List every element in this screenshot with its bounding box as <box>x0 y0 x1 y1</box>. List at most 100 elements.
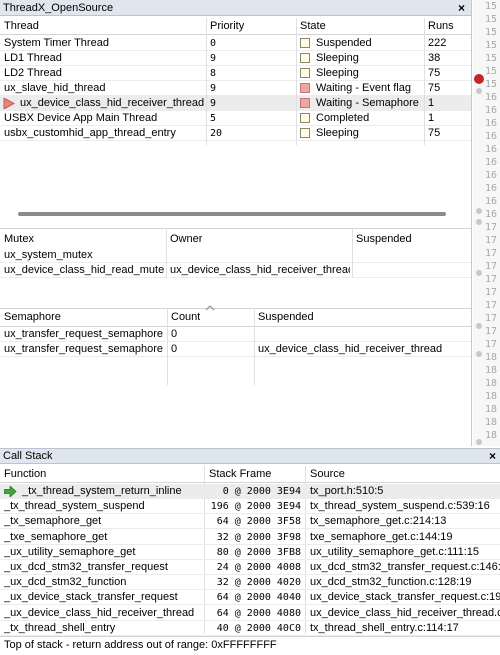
col-header-count[interactable]: Count <box>171 309 200 326</box>
callstack-header: Function Stack Frame Source <box>0 466 500 483</box>
thread-row[interactable]: ux_device_class_hid_receiver_thread 9 Wait… <box>0 96 471 111</box>
breakpoint-marker-icon[interactable] <box>476 270 482 276</box>
col-header-owner[interactable]: Owner <box>170 231 202 248</box>
thread-state: Waiting - Semaphore <box>316 97 419 109</box>
callstack-close-icon[interactable]: × <box>489 449 496 464</box>
source-location: tx_thread_system_suspend.c:539:16 <box>310 500 490 513</box>
horizontal-scrollbar[interactable] <box>18 212 446 216</box>
line-number: 16 <box>485 196 498 207</box>
breakpoint-marker-icon[interactable] <box>476 351 482 357</box>
callstack-row[interactable]: _ux_device_class_hid_receiver_thread 64 @… <box>0 606 500 621</box>
callstack-row[interactable]: _tx_thread_shell_entry 40 @ 2000 40C0 tx_t… <box>0 621 500 636</box>
thread-priority: 20 <box>210 128 223 139</box>
breakpoint-marker-icon[interactable] <box>476 323 482 329</box>
line-number: 16 <box>485 170 498 181</box>
line-number: 17 <box>485 274 498 285</box>
line-number: 18 <box>485 417 498 428</box>
line-number: 16 <box>485 118 498 129</box>
function-name: _tx_thread_shell_entry <box>4 621 116 634</box>
thread-runs: 222 <box>428 37 447 49</box>
line-number: 18 <box>485 391 498 402</box>
mutex-row[interactable]: ux_system_mutex <box>0 248 471 263</box>
thread-name: USBX Device App Main Thread <box>4 112 158 124</box>
col-header-stack-frame[interactable]: Stack Frame <box>209 466 271 483</box>
source-location: ux_device_stack_transfer_request.c:198:1 <box>310 591 500 604</box>
thread-row[interactable]: System Timer Thread 0 Suspended 222 <box>0 36 471 51</box>
thread-priority: 8 <box>210 68 217 79</box>
line-number: 17 <box>485 287 498 298</box>
col-header-runs[interactable]: Runs <box>428 18 454 35</box>
state-checkbox-icon <box>300 113 310 123</box>
line-number: 17 <box>485 235 498 246</box>
line-number: 15 <box>485 79 498 90</box>
line-number: 17 <box>485 261 498 272</box>
function-name: _ux_device_class_hid_receiver_thread <box>4 606 195 619</box>
function-name: _txe_semaphore_get <box>4 530 108 543</box>
thread-state: Suspended <box>316 37 372 49</box>
function-name: _ux_utility_semaphore_get <box>4 545 136 558</box>
thread-row[interactable]: ux_slave_hid_thread 9 Waiting - Event flag… <box>0 81 471 96</box>
mutex-row[interactable]: ux_device_class_hid_read_mutex ux_device_… <box>0 263 471 278</box>
breakpoint-marker-icon[interactable] <box>476 439 482 445</box>
line-number: 17 <box>485 222 498 233</box>
callstack-row[interactable]: _ux_utility_semaphore_get 80 @ 2000 3FB8 u… <box>0 545 500 560</box>
thread-row[interactable]: usbx_customhid_app_thread_entry 20 Sleepin… <box>0 126 471 141</box>
callstack-row[interactable]: _txe_semaphore_get 32 @ 2000 3F98 txe_sema… <box>0 530 500 545</box>
callstack-row[interactable]: _ux_device_stack_transfer_request 64 @ 20… <box>0 590 500 606</box>
col-header-semaphore-suspended[interactable]: Suspended <box>258 309 314 326</box>
breakpoint-marker-icon[interactable] <box>476 208 482 214</box>
mutex-name: ux_system_mutex <box>4 249 93 261</box>
thread-row[interactable]: LD1 Thread 9 Sleeping 38 <box>0 51 471 66</box>
line-number: 17 <box>485 313 498 324</box>
stack-frame: 0 @ 2000 3E94 <box>222 486 301 497</box>
breakpoint-icon[interactable] <box>474 74 484 84</box>
mutex-name: ux_device_class_hid_read_mutex <box>4 264 164 276</box>
line-number: 15 <box>485 14 498 25</box>
thread-runs: 75 <box>428 82 441 94</box>
function-name: _ux_dcd_stm32_function <box>4 576 127 589</box>
stack-frame: 80 @ 2000 3FB8 <box>216 546 301 558</box>
thread-name: ux_slave_hid_thread <box>4 82 106 94</box>
line-number: 17 <box>485 300 498 311</box>
breakpoint-marker-icon[interactable] <box>476 88 482 94</box>
callstack-row[interactable]: _tx_semaphore_get 64 @ 2000 3F58 tx_semaph… <box>0 514 500 530</box>
function-name: _tx_thread_system_suspend <box>4 500 145 513</box>
breakpoint-marker-icon[interactable] <box>476 219 482 225</box>
callstack-pane-title: Call Stack × <box>0 449 500 464</box>
col-header-function[interactable]: Function <box>4 466 46 483</box>
callstack-pane: Call Stack × Function Stack Frame Source… <box>0 448 500 655</box>
thread-row[interactable]: LD2 Thread 8 Sleeping 75 <box>0 66 471 81</box>
mutex-table: Mutex Owner Suspended ux_system_mutex ux_… <box>0 228 471 278</box>
thread-runs: 1 <box>428 97 435 109</box>
thread-priority: 5 <box>210 113 217 124</box>
callstack-row[interactable]: _ux_dcd_stm32_transfer_request 24 @ 2000 … <box>0 560 500 575</box>
stack-frame: 32 @ 2000 3F98 <box>216 531 301 543</box>
callstack-row[interactable]: _tx_thread_system_return_inline 0 @ 2000 … <box>0 484 500 499</box>
semaphore-name: ux_transfer_request_semaphore <box>4 328 163 340</box>
col-header-semaphore[interactable]: Semaphore <box>4 309 61 326</box>
thread-state: Completed <box>316 112 370 124</box>
thread-row[interactable]: USBX Device App Main Thread 5 Completed 1 <box>0 111 471 126</box>
thread-state: Waiting - Event flag <box>316 82 411 94</box>
col-header-state[interactable]: State <box>300 18 326 35</box>
callstack-row[interactable]: _ux_dcd_stm32_function 32 @ 2000 4020 ux_d… <box>0 575 500 591</box>
stack-frame: 64 @ 2000 4040 <box>216 592 301 604</box>
source-location: ux_dcd_stm32_transfer_request.c:146:23 <box>310 561 500 573</box>
close-icon[interactable]: × <box>458 0 465 16</box>
state-checkbox-icon <box>300 98 310 108</box>
col-header-mutex-suspended[interactable]: Suspended <box>356 231 412 248</box>
col-header-priority[interactable]: Priority <box>210 18 244 35</box>
thread-runs: 1 <box>428 112 435 124</box>
line-number: 16 <box>485 157 498 168</box>
col-header-source[interactable]: Source <box>310 466 345 483</box>
col-header-thread[interactable]: Thread <box>4 18 39 35</box>
thread-state: Sleeping <box>316 67 359 79</box>
line-number: 17 <box>485 326 498 337</box>
threadx-pane: ThreadX_OpenSource × Thread Priority Sta… <box>0 0 472 446</box>
line-number: 18 <box>485 378 498 389</box>
col-header-mutex[interactable]: Mutex <box>4 231 34 248</box>
stack-frame: 64 @ 2000 4080 <box>216 607 301 619</box>
semaphore-row[interactable]: ux_transfer_request_semaphore 0 ux_device_… <box>0 342 471 357</box>
callstack-row[interactable]: _tx_thread_system_suspend 196 @ 2000 3E94… <box>0 499 500 515</box>
semaphore-row[interactable]: ux_transfer_request_semaphore 0 <box>0 327 471 342</box>
